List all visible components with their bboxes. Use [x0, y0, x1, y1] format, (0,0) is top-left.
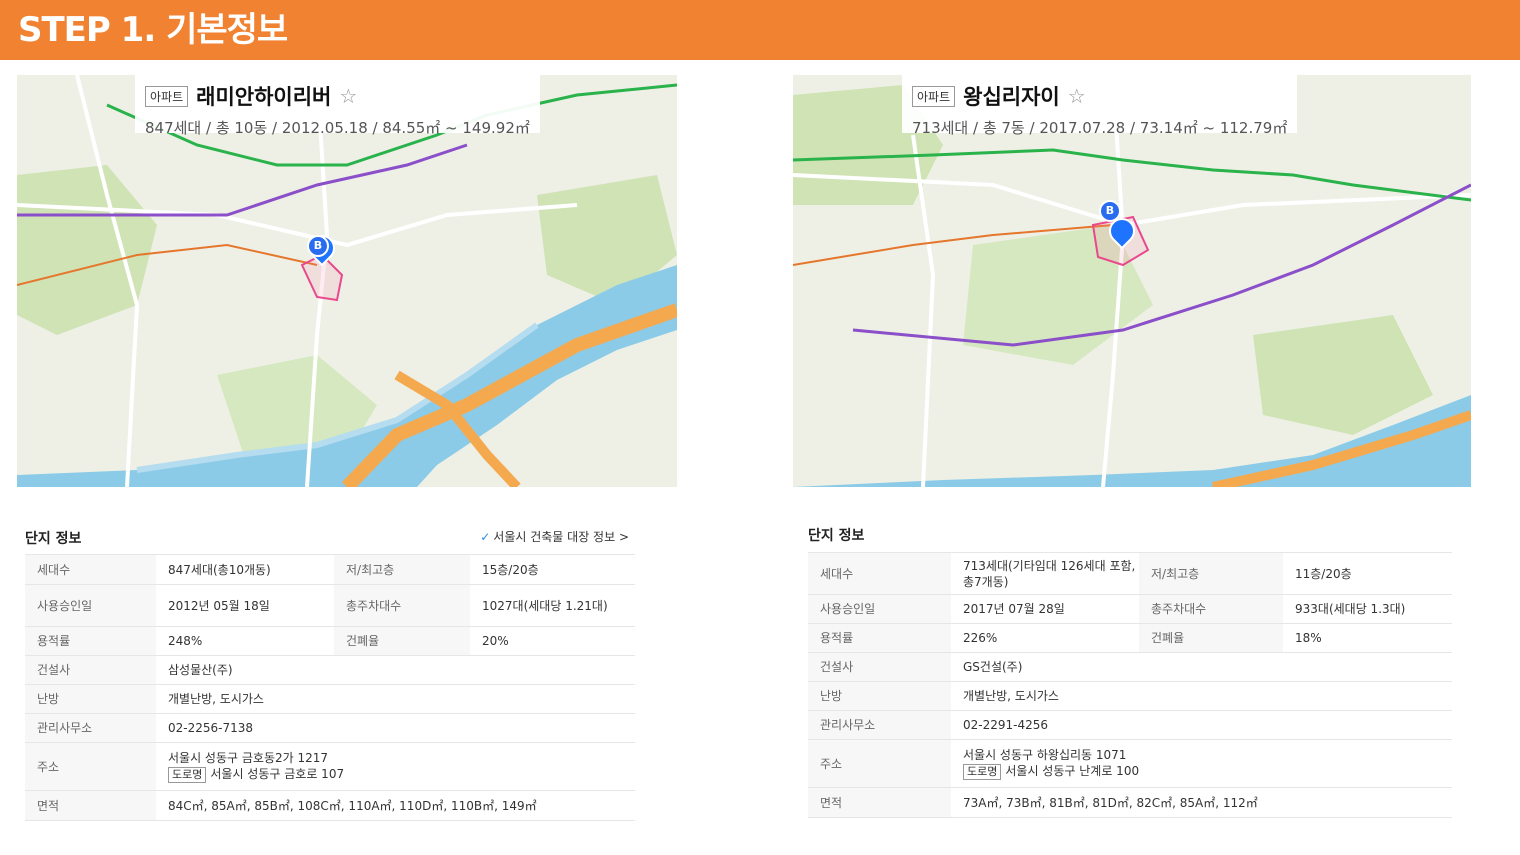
builder-value: 삼성물산(주): [156, 655, 635, 685]
parking-value: 1027대(세대당 1.21대): [470, 584, 635, 627]
office-label: 관리사무소: [25, 713, 156, 743]
table-row: 용적률 248% 건폐율 20%: [25, 626, 635, 656]
bcr-value: 18%: [1283, 623, 1452, 653]
bcr-label: 건폐율: [334, 626, 470, 656]
floors-value: 11층/20층: [1283, 552, 1452, 595]
complex-info-table: 세대수 847세대(총10개동) 저/최고층 15층/20층 사용승인일 201…: [25, 554, 635, 821]
parking-label: 총주차대수: [1139, 594, 1283, 624]
area-value: 84C㎡, 85A㎡, 85B㎡, 108C㎡, 110A㎡, 110D㎡, 1…: [156, 790, 635, 821]
table-row: 관리사무소 02-2256-7138: [25, 713, 635, 743]
table-row: 면적 73A㎡, 73B㎡, 81B㎡, 81D㎡, 82C㎡, 85A㎡, 1…: [808, 787, 1452, 818]
apartment-summary: 847세대 / 총 10동 / 2012.05.18 / 84.55㎡ ~ 14…: [145, 119, 530, 137]
address-value: 서울시 성동구 금호동2가 1217 도로명 서울시 성동구 금호로 107: [156, 742, 635, 791]
bcr-label: 건폐율: [1139, 623, 1283, 653]
lot-address: 서울시 성동구 하왕십리동 1071: [963, 748, 1127, 762]
road-name-tag: 도로명: [963, 764, 1002, 780]
table-row: 주소 서울시 성동구 금호동2가 1217 도로명 서울시 성동구 금호로 107: [25, 742, 635, 791]
apartment-name[interactable]: 래미안하이리버: [196, 81, 331, 111]
area-label: 면적: [808, 787, 951, 818]
parking-value: 933대(세대당 1.3대): [1283, 594, 1452, 624]
section-title: 단지 정보: [808, 528, 865, 544]
road-address: 서울시 성동구 금호로 107: [210, 767, 345, 781]
address-label: 주소: [808, 739, 951, 788]
table-row: 사용승인일 2012년 05월 18일 총주차대수 1027대(세대당 1.21…: [25, 584, 635, 627]
table-row: 난방 개별난방, 도시가스: [25, 684, 635, 714]
apartment-name[interactable]: 왕십리자이: [963, 81, 1060, 111]
parking-label: 총주차대수: [334, 584, 470, 627]
approval-label: 사용승인일: [25, 584, 156, 627]
section-title: 단지 정보: [25, 531, 82, 547]
lot-address: 서울시 성동구 금호동2가 1217: [168, 751, 329, 765]
bus-stop-b-icon[interactable]: B: [307, 235, 329, 257]
area-value: 73A㎡, 73B㎡, 81B㎡, 81D㎡, 82C㎡, 85A㎡, 112㎡: [951, 787, 1452, 818]
road-address: 서울시 성동구 난계로 100: [1005, 764, 1140, 778]
table-row: 관리사무소 02-2291-4256: [808, 710, 1452, 740]
address-value: 서울시 성동구 하왕십리동 1071 도로명 서울시 성동구 난계로 100: [951, 739, 1452, 788]
households-value: 713세대(기타임대 126세대 포함, 총7개동): [951, 552, 1139, 595]
far-label: 용적률: [808, 623, 951, 653]
registry-icon: ✓: [480, 530, 491, 544]
office-value: 02-2291-4256: [951, 710, 1452, 740]
table-row: 난방 개별난방, 도시가스: [808, 681, 1452, 711]
builder-value: GS건설(주): [951, 652, 1452, 682]
step-header: STEP 1. 기본정보: [0, 0, 1520, 60]
far-value: 226%: [951, 623, 1139, 653]
builder-label: 건설사: [25, 655, 156, 685]
floors-value: 15층/20층: [470, 554, 635, 585]
floors-label: 저/최고층: [1139, 552, 1283, 595]
approval-label: 사용승인일: [808, 594, 951, 624]
left-map[interactable]: B 아파트 래미안하이리버 ☆ 847세대 / 총 10동 / 2012.05.…: [17, 75, 677, 487]
area-label: 면적: [25, 790, 156, 821]
households-value: 847세대(총10개동): [156, 554, 334, 585]
bus-stop-b-icon[interactable]: B: [1099, 200, 1121, 222]
approval-value: 2017년 07월 28일: [951, 594, 1139, 624]
table-row: 세대수 847세대(총10개동) 저/최고층 15층/20층: [25, 554, 635, 585]
table-row: 주소 서울시 성동구 하왕십리동 1071 도로명 서울시 성동구 난계로 100: [808, 739, 1452, 788]
far-value: 248%: [156, 626, 334, 656]
heating-value: 개별난방, 도시가스: [156, 684, 635, 714]
far-label: 용적률: [25, 626, 156, 656]
households-label: 세대수: [25, 554, 156, 585]
approval-value: 2012년 05월 18일: [156, 584, 334, 627]
builder-label: 건설사: [808, 652, 951, 682]
heating-label: 난방: [808, 681, 951, 711]
table-row: 건설사 삼성물산(주): [25, 655, 635, 685]
table-row: 용적률 226% 건폐율 18%: [808, 623, 1452, 653]
right-map[interactable]: B 아파트 왕십리자이 ☆ 713세대 / 총 7동 / 2017.07.28 …: [793, 75, 1471, 487]
complex-info-table: 세대수 713세대(기타임대 126세대 포함, 총7개동) 저/최고층 11층…: [808, 552, 1452, 818]
office-label: 관리사무소: [808, 710, 951, 740]
registry-link-label: 서울시 건축물 대장 정보 >: [493, 530, 629, 544]
table-row: 세대수 713세대(기타임대 126세대 포함, 총7개동) 저/최고층 11층…: [808, 552, 1452, 595]
building-registry-link[interactable]: ✓ 서울시 건축물 대장 정보 >: [480, 528, 629, 545]
favorite-star-icon[interactable]: ☆: [1068, 84, 1086, 108]
favorite-star-icon[interactable]: ☆: [339, 84, 357, 108]
step-title: STEP 1. 기본정보: [18, 10, 288, 50]
heating-label: 난방: [25, 684, 156, 714]
apartment-card[interactable]: 아파트 왕십리자이 ☆ 713세대 / 총 7동 / 2017.07.28 / …: [902, 75, 1298, 137]
type-badge: 아파트: [912, 85, 956, 107]
road-name-tag: 도로명: [168, 767, 207, 783]
type-badge: 아파트: [145, 85, 189, 107]
left-complex-info: 단지 정보 ✓ 서울시 건축물 대장 정보 > 세대수 847세대(총10개동) …: [25, 528, 635, 828]
right-complex-info: 단지 정보 세대수 713세대(기타임대 126세대 포함, 총7개동) 저/최…: [808, 525, 1452, 825]
floors-label: 저/최고층: [334, 554, 470, 585]
table-row: 건설사 GS건설(주): [808, 652, 1452, 682]
apartment-card[interactable]: 아파트 래미안하이리버 ☆ 847세대 / 총 10동 / 2012.05.18…: [135, 75, 540, 137]
apartment-summary: 713세대 / 총 7동 / 2017.07.28 / 73.14㎡ ~ 112…: [912, 119, 1288, 137]
table-row: 사용승인일 2017년 07월 28일 총주차대수 933대(세대당 1.3대): [808, 594, 1452, 624]
bcr-value: 20%: [470, 626, 635, 656]
address-label: 주소: [25, 742, 156, 791]
households-label: 세대수: [808, 552, 951, 595]
table-row: 면적 84C㎡, 85A㎡, 85B㎡, 108C㎡, 110A㎡, 110D㎡…: [25, 790, 635, 821]
office-value: 02-2256-7138: [156, 713, 635, 743]
heating-value: 개별난방, 도시가스: [951, 681, 1452, 711]
